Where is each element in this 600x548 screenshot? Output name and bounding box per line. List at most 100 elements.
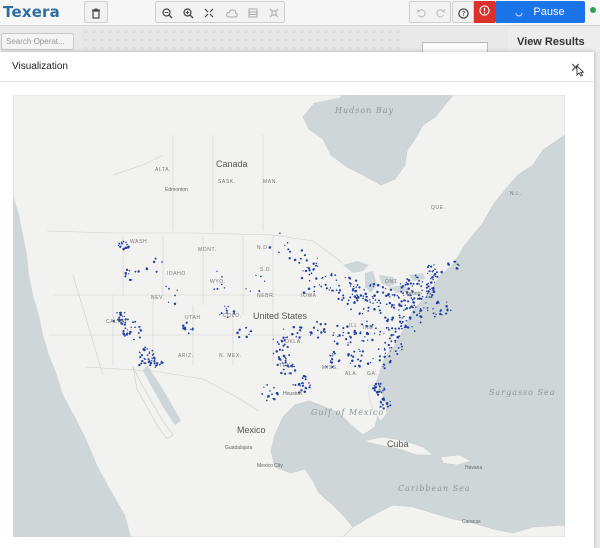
data-point xyxy=(367,306,370,309)
data-point xyxy=(146,348,148,350)
data-point xyxy=(132,321,134,324)
app-logo[interactable]: Texera xyxy=(3,3,60,21)
data-point xyxy=(116,311,118,314)
redo-icon[interactable] xyxy=(431,5,451,21)
top-toolbar: Texera ? Pause xyxy=(0,0,600,26)
data-point xyxy=(338,284,340,287)
workflow-canvas[interactable] xyxy=(82,28,400,52)
data-point xyxy=(396,294,399,297)
data-point xyxy=(224,305,226,307)
city-label-edmonton: Edmonton xyxy=(165,187,188,193)
data-point xyxy=(437,302,440,304)
data-point xyxy=(308,273,311,276)
data-point xyxy=(297,382,301,386)
spinner-icon xyxy=(515,8,523,17)
data-point xyxy=(187,332,190,335)
data-point xyxy=(372,387,374,389)
data-point xyxy=(363,289,365,291)
data-point xyxy=(373,294,376,297)
help-button[interactable]: ? xyxy=(452,1,474,23)
data-point xyxy=(154,257,157,260)
data-point xyxy=(156,364,158,366)
data-point xyxy=(374,382,378,386)
data-point xyxy=(391,303,394,307)
grid-icon[interactable] xyxy=(243,5,263,21)
data-point xyxy=(125,273,127,276)
map-view[interactable]: Hudson Bay Gulf of Mexico Sargasso Sea C… xyxy=(13,95,565,537)
warning-icon xyxy=(479,3,490,21)
pause-button[interactable]: Pause xyxy=(495,1,585,23)
data-point xyxy=(281,349,284,351)
state-label-nmex: N. MEX. xyxy=(219,353,242,359)
data-point xyxy=(400,290,403,293)
search-operators-input[interactable]: Search Operat... xyxy=(1,33,74,50)
data-point xyxy=(356,358,360,361)
data-point xyxy=(357,364,360,367)
data-point xyxy=(337,335,339,338)
layout-icon[interactable] xyxy=(264,5,284,21)
data-point xyxy=(313,262,315,264)
data-point xyxy=(155,270,158,273)
data-point xyxy=(121,315,124,317)
data-point xyxy=(378,388,380,390)
data-point xyxy=(423,307,425,309)
data-point xyxy=(276,392,279,394)
data-point xyxy=(151,359,153,362)
data-point xyxy=(191,329,194,331)
data-point xyxy=(405,319,408,322)
data-point xyxy=(123,315,125,318)
data-point xyxy=(151,357,153,360)
data-point xyxy=(382,389,384,392)
data-point xyxy=(441,270,443,272)
error-button[interactable] xyxy=(474,1,495,23)
data-point xyxy=(284,357,287,360)
data-point xyxy=(306,266,308,269)
data-point xyxy=(280,371,283,375)
data-point xyxy=(393,304,396,306)
data-point xyxy=(379,400,382,403)
undo-icon[interactable] xyxy=(411,5,431,21)
data-point xyxy=(421,281,424,283)
data-point xyxy=(315,264,317,267)
data-point xyxy=(428,296,431,298)
data-point xyxy=(434,275,437,278)
data-point xyxy=(145,362,147,364)
data-point xyxy=(361,339,363,342)
fit-screen-icon[interactable] xyxy=(199,5,219,21)
data-point xyxy=(383,355,386,359)
data-point xyxy=(278,251,280,254)
data-point xyxy=(272,338,274,340)
data-point xyxy=(412,282,415,285)
cloud-icon[interactable] xyxy=(222,5,242,21)
data-point xyxy=(346,302,349,306)
data-point xyxy=(371,338,374,342)
data-point xyxy=(416,297,419,300)
state-label-mont: MONT. xyxy=(198,247,217,253)
data-point xyxy=(317,336,320,339)
data-point xyxy=(408,306,411,309)
country-label-mexico: Mexico xyxy=(237,425,266,435)
data-point xyxy=(372,282,376,286)
data-point xyxy=(456,267,459,270)
state-label-ga: GA. xyxy=(367,371,378,377)
data-point xyxy=(342,334,344,337)
data-point xyxy=(403,315,405,318)
data-point xyxy=(397,347,400,349)
zoom-in-icon[interactable] xyxy=(178,5,198,21)
data-point xyxy=(138,325,141,328)
data-point xyxy=(134,320,137,323)
data-point xyxy=(439,310,441,313)
data-point xyxy=(446,308,449,310)
data-point xyxy=(354,332,358,335)
water-label-gulf: Gulf of Mexico xyxy=(311,408,385,417)
data-point xyxy=(381,286,385,289)
data-point xyxy=(418,312,421,314)
zoom-out-icon[interactable] xyxy=(157,5,177,21)
data-point xyxy=(130,326,132,329)
data-point xyxy=(134,326,136,329)
data-point xyxy=(143,362,145,364)
delete-button[interactable] xyxy=(84,1,108,23)
data-point xyxy=(373,384,376,387)
data-point xyxy=(389,288,393,292)
data-point xyxy=(341,299,344,301)
